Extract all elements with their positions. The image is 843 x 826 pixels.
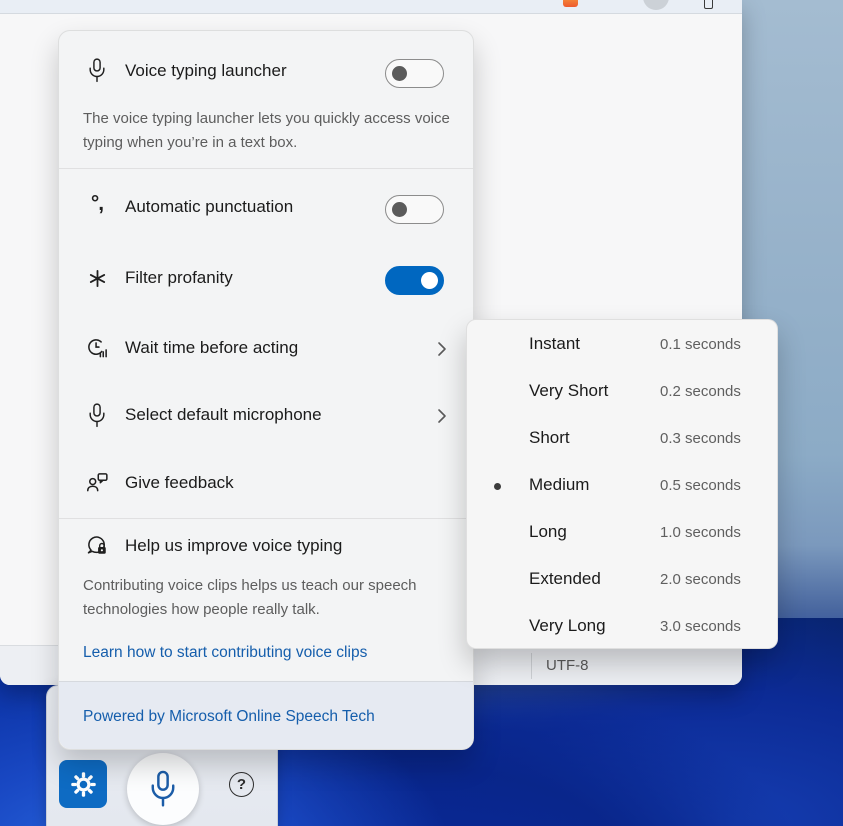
browser-menu-icon[interactable] <box>704 0 713 9</box>
section-description: Contributing voice clips helps us teach … <box>83 574 455 622</box>
wait-time-option-very-short[interactable]: Very Short 0.2 seconds <box>467 369 777 416</box>
setting-label: Automatic punctuation <box>125 197 293 217</box>
wait-time-option-short[interactable]: Short 0.3 seconds <box>467 416 777 463</box>
wait-time-option-medium[interactable]: Medium 0.5 seconds <box>467 463 777 510</box>
menu-item-label: Wait time before acting <box>125 338 298 358</box>
menu-item-wait-time[interactable]: Wait time before acting <box>59 322 473 374</box>
automatic-punctuation-toggle[interactable] <box>385 195 444 224</box>
chevron-right-icon <box>437 408 447 424</box>
wait-time-option-extended[interactable]: Extended 2.0 seconds <box>467 557 777 604</box>
help-button[interactable]: ? <box>229 772 254 797</box>
microphone-icon <box>148 770 178 808</box>
menu-item-label: Select default microphone <box>125 405 322 425</box>
microphone-button[interactable] <box>127 753 199 825</box>
voice-typing-launcher-toggle[interactable] <box>385 59 444 88</box>
question-mark-icon: ? <box>237 777 246 792</box>
avatar[interactable] <box>643 0 669 10</box>
encoding-status: UTF-8 <box>546 657 589 674</box>
divider <box>59 518 473 519</box>
microphone-icon <box>83 403 111 428</box>
menu-item-label: Give feedback <box>125 473 234 493</box>
chat-lock-icon <box>83 534 111 557</box>
voice-typing-settings-flyout: Voice typing launcher The voice typing l… <box>58 30 474 750</box>
asterisk-icon <box>83 269 111 288</box>
setting-label: Filter profanity <box>125 268 233 288</box>
setting-description: The voice typing launcher lets you quick… <box>83 107 455 155</box>
extension-icon[interactable] <box>563 0 578 7</box>
filter-profanity-toggle[interactable] <box>385 266 444 295</box>
degree-comma-icon: °, <box>83 193 111 214</box>
browser-toolbar <box>0 0 742 14</box>
section-powered-by: Powered by Microsoft Online Speech Tech <box>59 681 473 749</box>
setting-label: Voice typing launcher <box>125 61 287 81</box>
chevron-right-icon <box>437 341 447 357</box>
wait-time-option-instant[interactable]: Instant 0.1 seconds <box>467 322 777 369</box>
section-title: Help us improve voice typing <box>125 536 342 556</box>
powered-by-link[interactable]: Powered by Microsoft Online Speech Tech <box>83 708 375 726</box>
learn-voice-clips-link[interactable]: Learn how to start contributing voice cl… <box>83 644 367 662</box>
wait-time-menu: Instant 0.1 seconds Very Short 0.2 secon… <box>466 319 778 649</box>
selected-indicator <box>494 483 501 490</box>
wait-time-option-long[interactable]: Long 1.0 seconds <box>467 510 777 557</box>
wait-time-option-very-long[interactable]: Very Long 3.0 seconds <box>467 604 777 651</box>
desktop: UTF-8 <box>0 0 843 826</box>
microphone-icon <box>83 58 111 83</box>
gear-icon <box>70 771 97 798</box>
menu-item-give-feedback[interactable]: Give feedback <box>59 457 473 509</box>
settings-button[interactable] <box>59 760 107 808</box>
status-bar-divider <box>531 653 532 679</box>
person-feedback-icon <box>83 472 111 493</box>
menu-item-select-microphone[interactable]: Select default microphone <box>59 389 473 441</box>
divider <box>59 168 473 169</box>
clock-history-icon <box>83 337 111 360</box>
